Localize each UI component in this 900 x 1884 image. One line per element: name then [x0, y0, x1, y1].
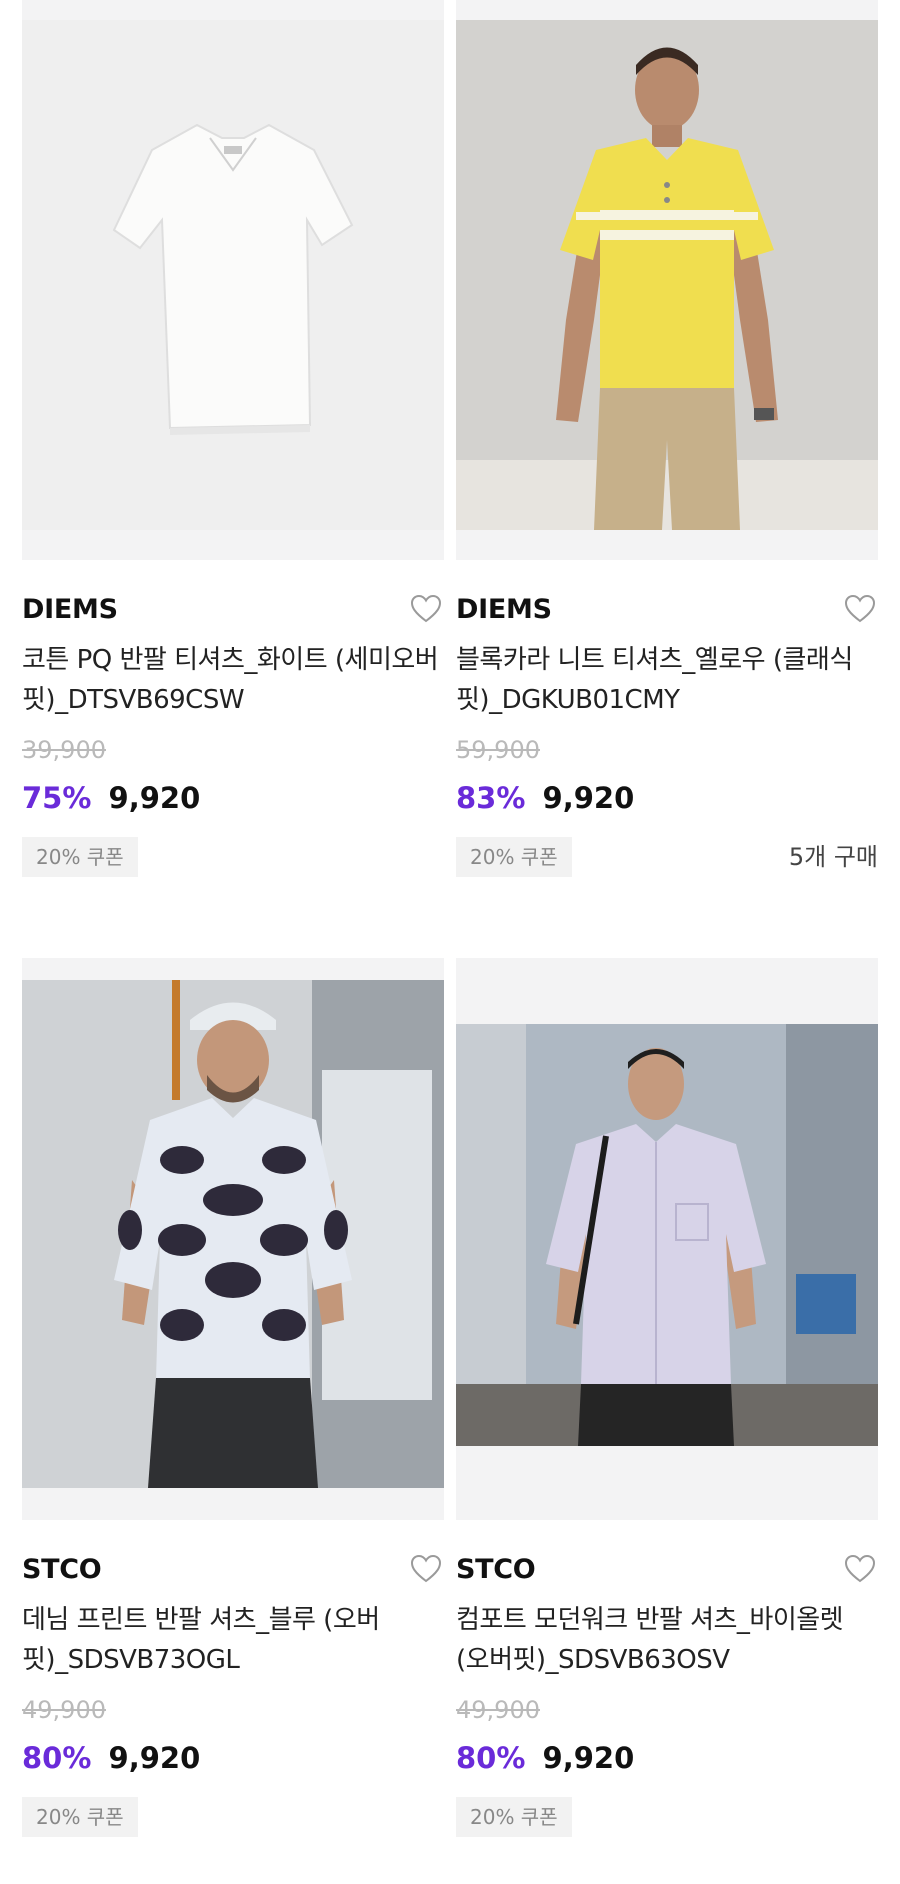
product-image-frame[interactable]: [22, 0, 444, 560]
sale-price: 9,920: [542, 1741, 635, 1775]
coupon-badge: 20% 쿠폰: [456, 837, 572, 877]
sale-price: 9,920: [108, 1741, 201, 1775]
discount-rate: 83%: [456, 781, 526, 815]
brand-name: DIEMS: [456, 594, 552, 625]
heart-outline-icon[interactable]: [410, 1554, 442, 1584]
product-card[interactable]: STCO 데님 프린트 반팔 셔츠_블루 (오버핏)_SDSVB73OGL 49…: [22, 958, 444, 1839]
discount-rate: 80%: [22, 1741, 92, 1775]
product-photo: [22, 980, 444, 1488]
product-image-frame[interactable]: [22, 958, 444, 1520]
heart-outline-icon[interactable]: [410, 594, 442, 624]
coupon-badge: 20% 쿠폰: [456, 1797, 572, 1837]
product-name[interactable]: 데님 프린트 반팔 셔츠_블루 (오버핏)_SDSVB73OGL: [22, 1600, 444, 1680]
heart-outline-icon[interactable]: [844, 594, 876, 624]
product-card[interactable]: STCO 컴포트 모던워크 반팔 셔츠_바이올렛 (오버핏)_SDSVB63OS…: [456, 958, 878, 1839]
product-photo: [456, 20, 878, 530]
heart-outline-icon[interactable]: [844, 1554, 876, 1584]
original-price: 59,900: [456, 736, 540, 764]
product-name[interactable]: 코튼 PQ 반팔 티셔츠_화이트 (세미오버핏)_DTSVB69CSW: [22, 640, 444, 720]
sale-price: 9,920: [108, 781, 201, 815]
product-card[interactable]: DIEMS 블록카라 니트 티셔츠_옐로우 (클래식핏)_DGKUB01CMY …: [456, 0, 878, 879]
discount-rate: 80%: [456, 1741, 526, 1775]
original-price: 49,900: [22, 1696, 106, 1724]
product-name[interactable]: 컴포트 모던워크 반팔 셔츠_바이올렛 (오버핏)_SDSVB63OSV: [456, 1600, 878, 1680]
coupon-badge: 20% 쿠폰: [22, 837, 138, 877]
product-photo: [22, 20, 444, 530]
brand-name: STCO: [22, 1554, 102, 1585]
coupon-badge: 20% 쿠폰: [22, 1797, 138, 1837]
product-card[interactable]: DIEMS 코튼 PQ 반팔 티셔츠_화이트 (세미오버핏)_DTSVB69CS…: [22, 0, 444, 879]
brand-name: DIEMS: [22, 594, 118, 625]
brand-name: STCO: [456, 1554, 536, 1585]
discount-rate: 75%: [22, 781, 92, 815]
product-photo: [456, 1024, 878, 1446]
original-price: 49,900: [456, 1696, 540, 1724]
product-image-frame[interactable]: [456, 958, 878, 1520]
product-name[interactable]: 블록카라 니트 티셔츠_옐로우 (클래식핏)_DGKUB01CMY: [456, 640, 878, 720]
original-price: 39,900: [22, 736, 106, 764]
product-image-frame[interactable]: [456, 0, 878, 560]
purchase-count: 5개 구매: [788, 843, 878, 871]
sale-price: 9,920: [542, 781, 635, 815]
